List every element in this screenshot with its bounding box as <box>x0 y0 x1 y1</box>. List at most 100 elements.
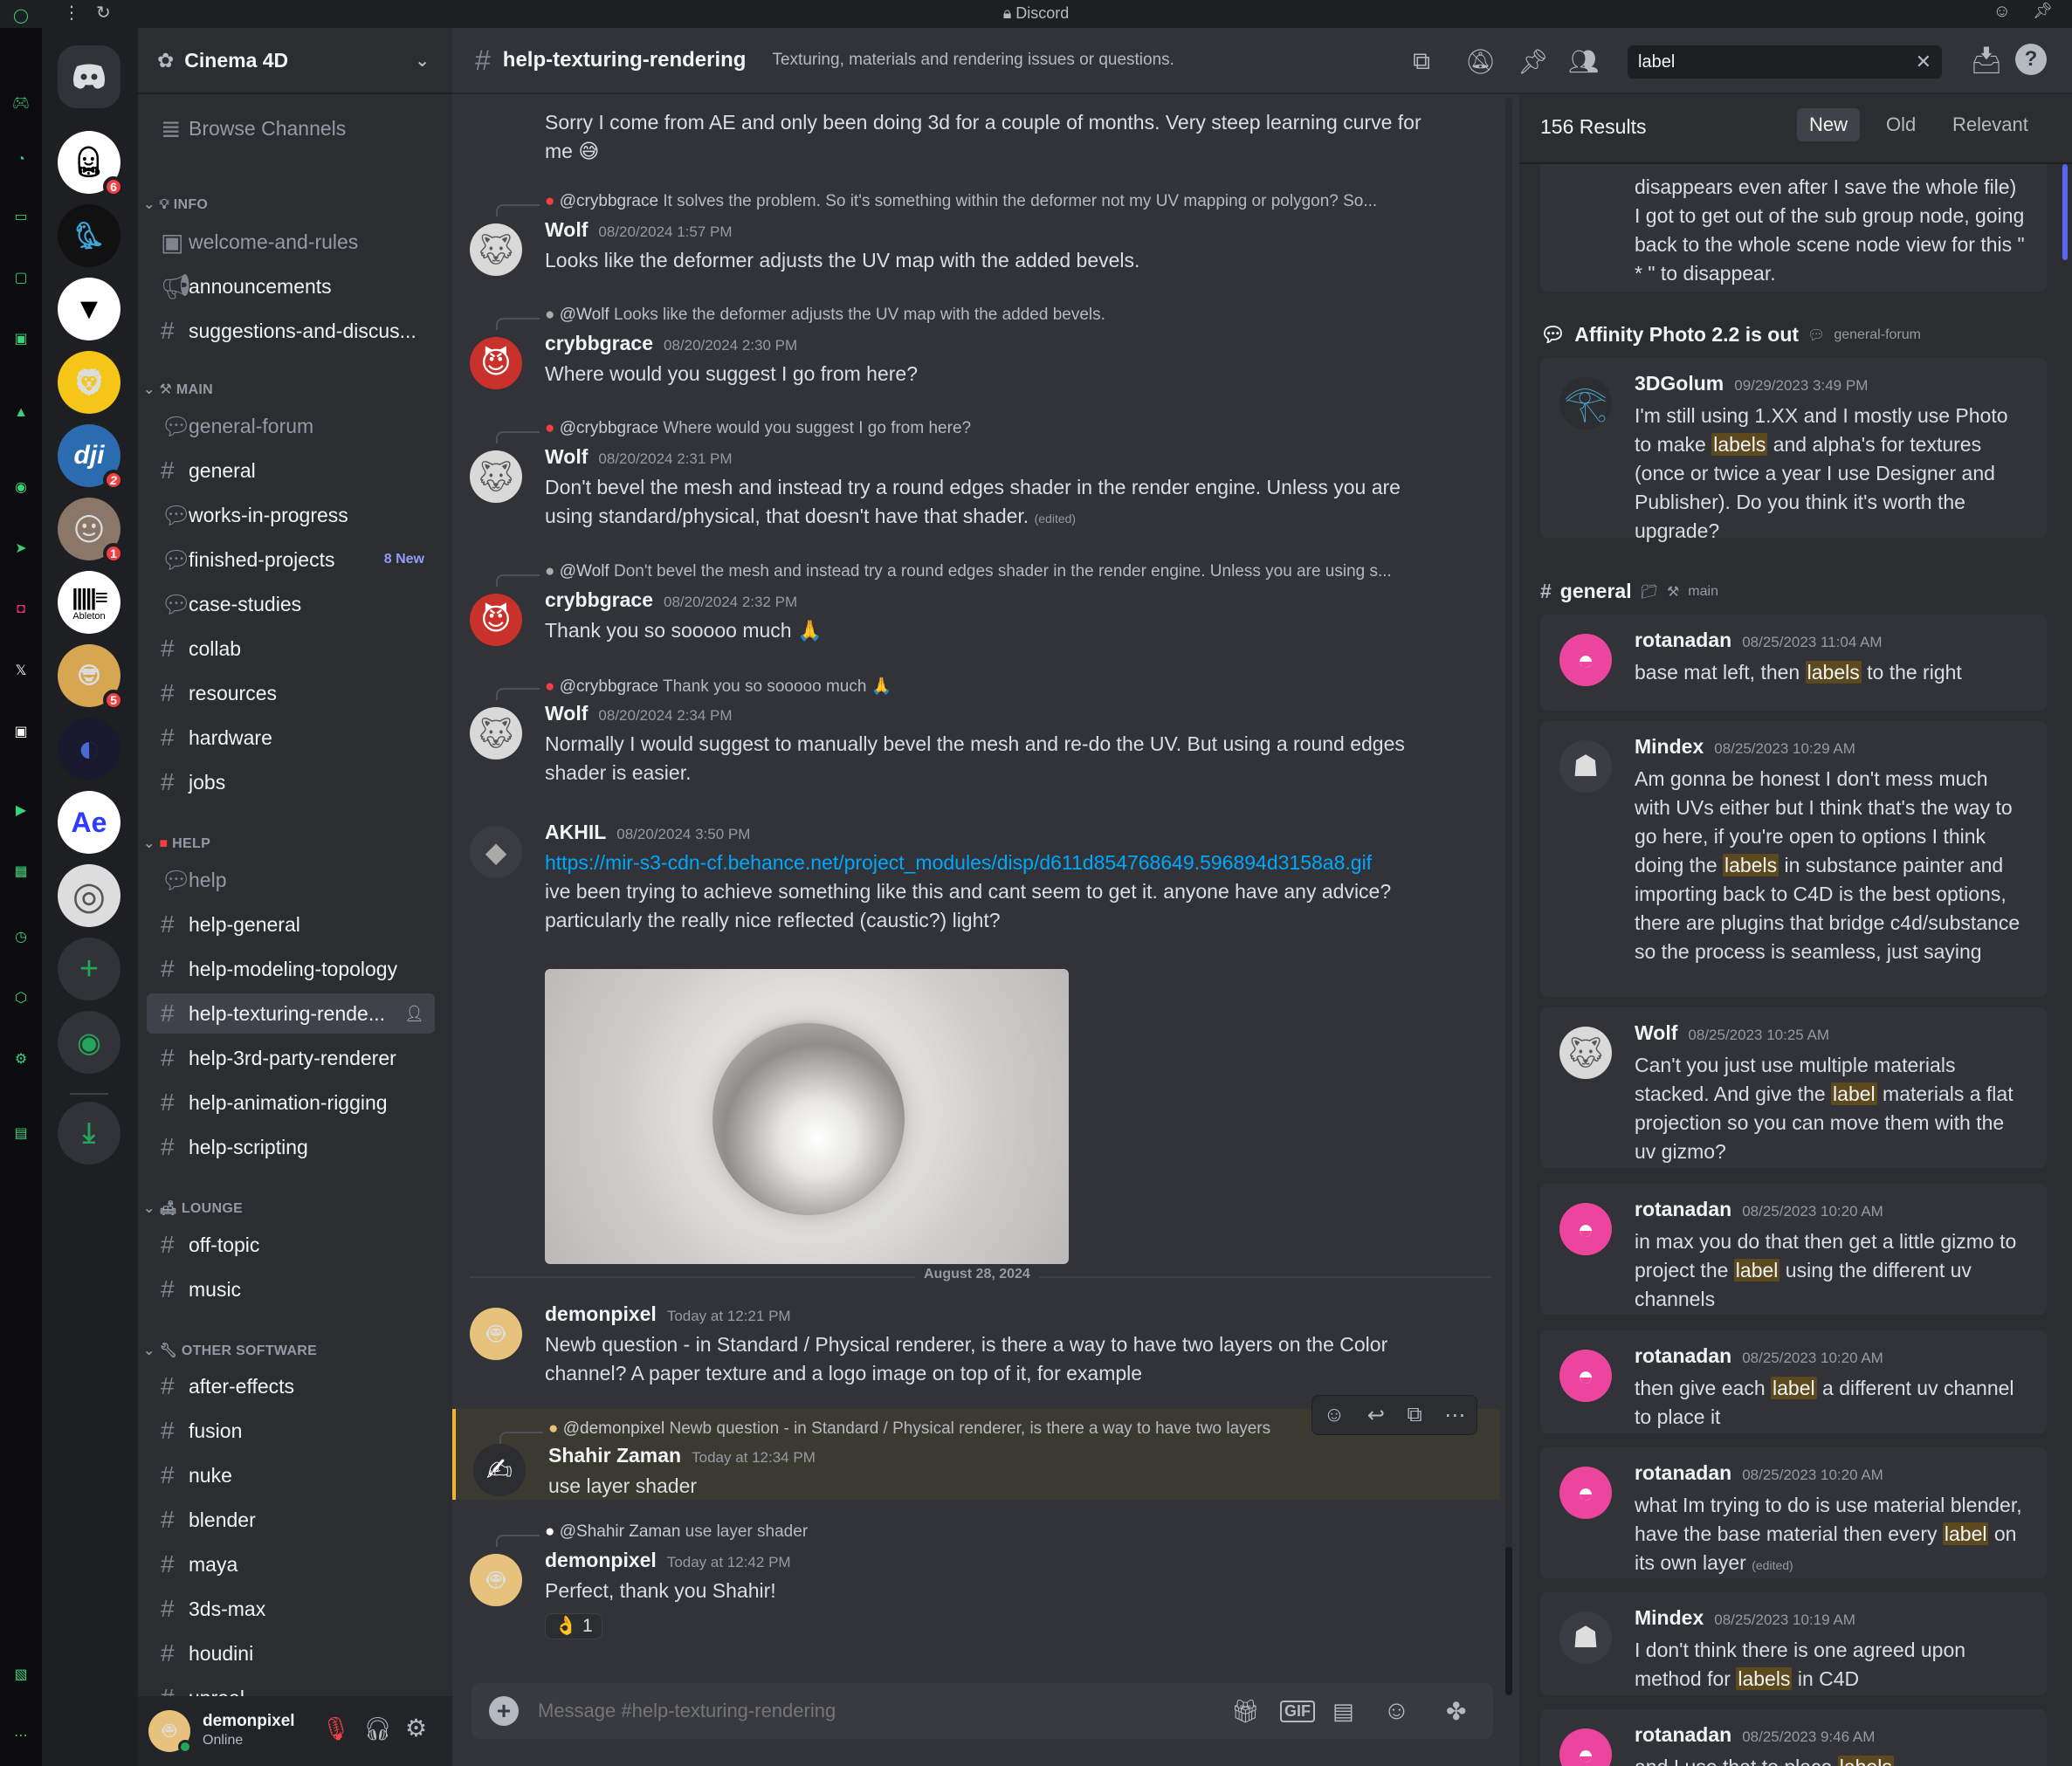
server-dji[interactable]: dji 2 <box>58 424 124 491</box>
clock-icon[interactable]: ◷ <box>7 923 35 951</box>
channel-resources[interactable]: # resources <box>147 673 435 713</box>
category-other-software[interactable]: ⌄ 🔧︎ OTHER SOFTWARE <box>143 1342 317 1359</box>
download-apps-button[interactable]: ⤓ <box>58 1102 120 1165</box>
gamepad-icon[interactable]: 🎮︎ <box>7 89 35 117</box>
discord-home-button[interactable] <box>58 45 120 108</box>
avatar[interactable]: ✍︎ <box>473 1444 526 1496</box>
sort-new-tab[interactable]: New <box>1797 108 1861 141</box>
reply-icon[interactable]: ↩ <box>1367 1403 1385 1428</box>
channel-after-effects[interactable]: # after-effects <box>147 1366 435 1406</box>
server-lion[interactable]: 🦁︎ <box>58 351 120 414</box>
search-result[interactable]: ◓ rotanadan 08/25/2023 10:20 AM then give… <box>1540 1330 2047 1433</box>
muted-mic-icon[interactable]: 🎙︎ <box>321 1715 350 1742</box>
category-info[interactable]: ⌄ 💡︎ INFO <box>143 196 208 213</box>
result-group-header[interactable]: # general 📁︎ ⚒ main <box>1540 580 1718 603</box>
server-person[interactable]: 🙂︎ 1 <box>58 498 124 564</box>
author-name[interactable]: Wolf <box>545 702 588 725</box>
channel-suggestions[interactable]: # suggestions-and-discus... <box>147 311 435 351</box>
channel-blender[interactable]: # blender <box>147 1500 435 1540</box>
avatar[interactable]: 🤖︎ <box>470 1308 522 1360</box>
threads-icon[interactable]: ⧉ <box>1413 47 1430 76</box>
reaction-chip[interactable]: 👌 1 <box>545 1613 602 1639</box>
inbox-icon[interactable]: 📥︎ <box>1970 45 2003 76</box>
author-name[interactable]: demonpixel <box>545 1302 657 1325</box>
channel-collab[interactable]: # collab <box>147 629 435 669</box>
channel-announcements[interactable]: 📢︎ announcements <box>147 266 435 306</box>
avatar[interactable]: 🤖︎ <box>470 1554 522 1606</box>
pinned-messages-icon[interactable]: 📌︎ <box>1518 47 1549 76</box>
author-name[interactable]: demonpixel <box>545 1549 657 1571</box>
avatar[interactable]: 🐺︎ <box>470 223 522 276</box>
channel-topic[interactable]: Texturing, materials and rendering issue… <box>772 51 1174 70</box>
user-avatar[interactable]: 🤖︎ <box>148 1710 192 1754</box>
server-cinema4d[interactable]: ◐ <box>58 718 120 780</box>
author-name[interactable]: AKHIL <box>545 821 606 843</box>
search-scrollbar[interactable] <box>2062 164 2068 260</box>
channel-jobs[interactable]: # jobs <box>147 762 435 802</box>
guild-header[interactable]: ✿ Cinema 4D ⌄ <box>138 28 452 94</box>
server-bird[interactable]: 🦜︎ <box>58 204 120 267</box>
channel-off-topic[interactable]: # off-topic <box>147 1225 435 1265</box>
cube-icon[interactable]: ⬡ <box>7 984 35 1012</box>
telegram-icon[interactable]: ➤ <box>7 534 35 562</box>
search-result[interactable]: 🐺︎ Wolf 08/25/2023 10:25 AM Can't you jus… <box>1540 1007 2047 1168</box>
category-help[interactable]: ⌄ ■ HELP <box>143 835 210 852</box>
channel-general[interactable]: # general <box>147 450 435 491</box>
server-cartoon[interactable]: 🤓︎ 5 <box>58 644 124 711</box>
channel-fusion[interactable]: # fusion <box>147 1411 435 1451</box>
channel-help-animation-rigging[interactable]: # help-animation-rigging <box>147 1082 435 1123</box>
gif-icon[interactable]: GIF <box>1280 1700 1315 1722</box>
channel-works-in-progress[interactable]: 💬︎ works-in-progress <box>147 495 435 535</box>
channel-general-forum[interactable]: 💬︎ general-forum <box>147 406 435 446</box>
gift-icon[interactable]: 🎁︎ <box>1231 1698 1260 1725</box>
server-triangle[interactable]: ▼ <box>58 278 120 340</box>
avatar[interactable]: ◆ <box>470 826 522 878</box>
search-box[interactable]: label ✕ <box>1628 45 1942 79</box>
member-list-icon[interactable]: 👥︎ <box>1568 47 1600 76</box>
search-input[interactable]: label <box>1638 52 1675 72</box>
twitch-icon[interactable]: ▢ <box>7 264 35 292</box>
emoji-icon[interactable]: ☺ <box>1993 2 2011 22</box>
channel-nuke[interactable]: # nuke <box>147 1455 435 1495</box>
add-server-button[interactable]: + <box>58 938 120 1000</box>
channel-help-3rd-party-renderer[interactable]: # help-3rd-party-renderer <box>147 1038 435 1078</box>
x-icon[interactable]: 𝕏 <box>7 656 35 684</box>
user-settings-icon[interactable]: ⚙ <box>405 1714 427 1742</box>
channel-houdini[interactable]: # houdini <box>147 1633 435 1673</box>
channel-help-scripting[interactable]: # help-scripting <box>147 1127 435 1167</box>
clear-search-icon[interactable]: ✕ <box>1916 51 1931 73</box>
channel-help-texturing-rendering[interactable]: # help-texturing-rende... 👤︎ <box>147 993 435 1034</box>
author-name[interactable]: crybbgrace <box>545 588 653 611</box>
speedometer-icon[interactable]: ◔ <box>7 146 35 174</box>
server-lens[interactable]: ◎ <box>58 864 120 927</box>
search-result[interactable]: ◓ rotanadan 08/25/2023 10:20 AM in max yo… <box>1540 1184 2047 1315</box>
message-link[interactable]: https://mir-s3-cdn-cf.behance.net/projec… <box>545 851 1372 874</box>
author-name[interactable]: Wolf <box>545 218 588 241</box>
notification-muted-icon[interactable]: 🔕︎ <box>1465 47 1497 76</box>
whatsapp-icon[interactable]: ◉ <box>7 473 35 501</box>
instagram-icon[interactable]: ◘ <box>7 595 35 623</box>
channel-help-general[interactable]: # help-general <box>147 904 435 945</box>
create-thread-icon[interactable]: ⧉ <box>1407 1403 1421 1427</box>
sort-old-tab[interactable]: Old <box>1886 113 1916 136</box>
browse-channels-button[interactable]: ≣ Browse Channels <box>147 108 435 148</box>
category-main[interactable]: ⌄ ⚒ MAIN <box>143 381 213 398</box>
category-lounge[interactable]: ⌄ 🛋︎ LOUNGE <box>143 1199 243 1217</box>
search-result[interactable]: ◓ rotanadan 08/25/2023 11:04 AM base mat … <box>1540 615 2047 711</box>
embedded-image[interactable] <box>545 969 1069 1264</box>
add-reaction-icon[interactable]: ☺ <box>1324 1403 1346 1427</box>
channel-welcome-and-rules[interactable]: ▣ welcome-and-rules <box>147 222 435 262</box>
search-result[interactable]: ◓ rotanadan 08/25/2023 10:20 AM what Im t… <box>1540 1447 2047 1578</box>
sort-relevant-tab[interactable]: Relevant <box>1952 113 2028 136</box>
author-name[interactable]: crybbgrace <box>545 332 653 354</box>
discord-dock-icon[interactable]: ▣ <box>7 718 35 746</box>
server-after-effects[interactable]: Ae <box>58 791 120 854</box>
author-name[interactable]: Shahir Zaman <box>548 1444 681 1467</box>
pin-icon[interactable]: 📌︎ <box>2033 2 2053 20</box>
search-result[interactable]: disappears even after I save the whole f… <box>1540 164 2047 292</box>
add-member-icon[interactable]: 👤︎ <box>404 1005 424 1023</box>
play-icon[interactable]: ▶ <box>7 796 35 824</box>
apps-icon[interactable]: ✤ <box>1446 1697 1466 1726</box>
result-group-header[interactable]: 💬︎ Affinity Photo 2.2 is out 💬︎ general-for… <box>1540 323 1921 347</box>
attach-plus-icon[interactable]: + <box>489 1696 519 1726</box>
